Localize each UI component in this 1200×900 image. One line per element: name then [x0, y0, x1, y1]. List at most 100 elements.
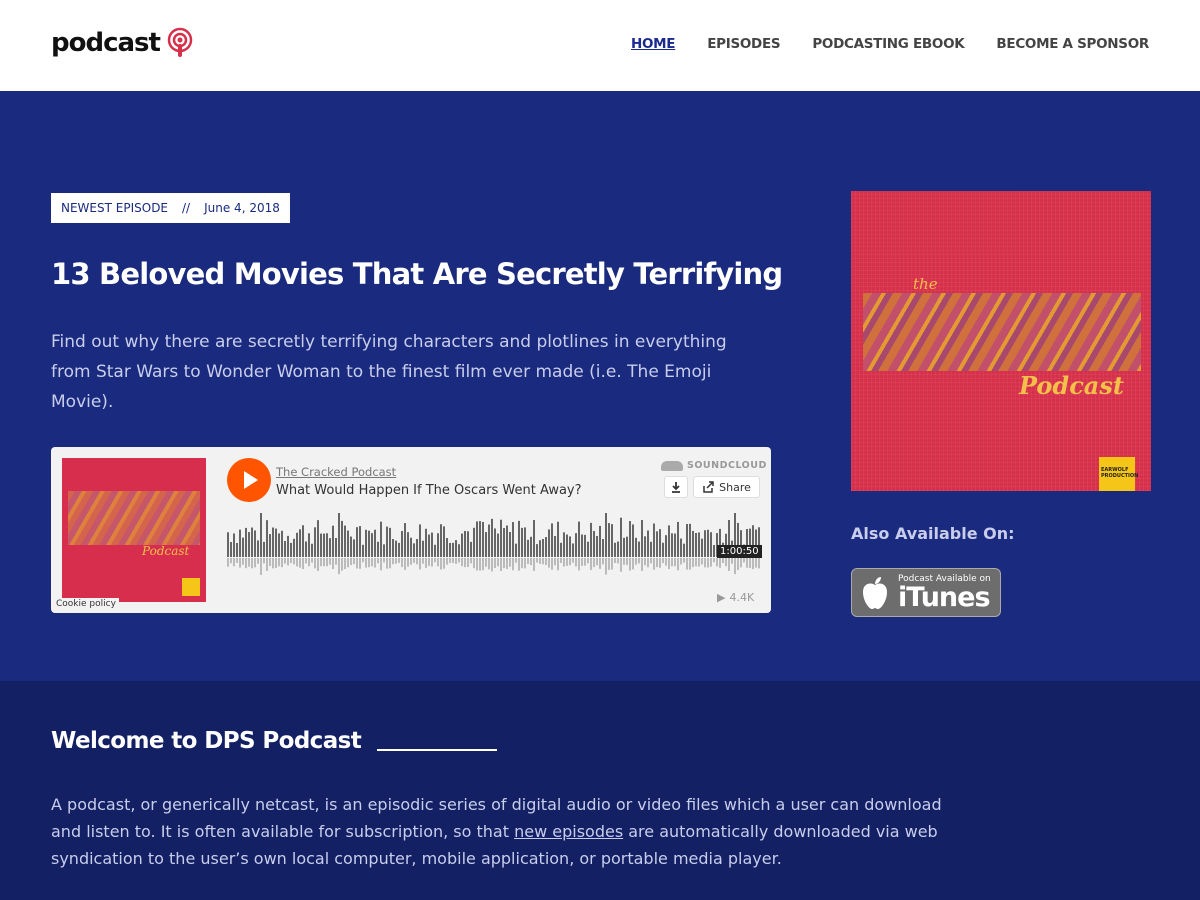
waveform-bar: [698, 532, 700, 557]
waveform-bar: [581, 534, 583, 557]
soundcloud-icon: [661, 460, 683, 471]
new-episodes-link[interactable]: new episodes: [514, 822, 623, 841]
waveform-bar: [584, 534, 586, 557]
waveform-reflection-bar: [506, 558, 508, 570]
soundcloud-logo[interactable]: SOUNDCLOUD: [661, 460, 767, 471]
waveform-bar: [671, 533, 673, 557]
nav-podcasting-ebook[interactable]: PODCASTING EBOOK: [812, 36, 964, 52]
waveform-reflection-bar: [641, 558, 643, 571]
waveform-bar: [677, 521, 679, 557]
waveform-bar: [392, 539, 394, 557]
waveform-bar: [299, 529, 301, 557]
cover-stripe: [863, 293, 1141, 371]
waveform-bar: [263, 541, 265, 557]
waveform-reflection-bar: [509, 558, 511, 567]
waveform-reflection-bar: [497, 558, 499, 567]
waveform-reflection-bar: [308, 558, 310, 567]
waveform-reflection-bar: [248, 558, 250, 567]
waveform-reflection-bar: [359, 558, 361, 569]
waveform-reflection-bar: [710, 558, 712, 567]
waveform-reflection-bar: [284, 558, 286, 564]
waveform-bar: [602, 539, 604, 557]
waveform-bar: [596, 536, 598, 557]
waveform-bar: [638, 541, 640, 557]
waveform-reflection-bar: [755, 558, 757, 568]
waveform-bar: [296, 532, 298, 557]
waveform[interactable]: [227, 513, 760, 575]
waveform-reflection-bar: [698, 558, 700, 567]
track-duration: 1:00:50: [717, 545, 762, 558]
nav-become-a-sponsor[interactable]: BECOME A SPONSOR: [996, 36, 1149, 52]
waveform-reflection-bar: [281, 558, 283, 568]
player-author-link[interactable]: The Cracked Podcast: [276, 465, 396, 479]
waveform-bar: [314, 527, 316, 557]
waveform-bar: [695, 532, 697, 557]
waveform-bar: [374, 529, 376, 557]
waveform-bar: [476, 521, 478, 557]
waveform-bar: [665, 535, 667, 557]
waveform-reflection-bar: [572, 558, 574, 563]
play-count-value: 4.4K: [729, 591, 755, 604]
waveform-bar: [362, 544, 364, 557]
waveform-bar: [236, 542, 238, 557]
download-button[interactable]: [664, 476, 688, 498]
waveform-bar: [338, 513, 340, 557]
waveform-reflection-bar: [638, 558, 640, 564]
waveform-reflection-bar: [317, 558, 319, 571]
waveform-reflection-bar: [392, 558, 394, 565]
waveform-reflection-bar: [587, 558, 589, 564]
site-logo[interactable]: podcast: [51, 27, 194, 59]
waveform-reflection-bar: [434, 558, 436, 563]
waveform-reflection-bar: [386, 558, 388, 569]
nav-episodes[interactable]: EPISODES: [707, 36, 780, 52]
waveform-reflection-bar: [335, 558, 337, 565]
waveform-reflection-bar: [293, 558, 295, 565]
badge-separator: //: [182, 201, 191, 215]
itunes-big-text: iTunes: [898, 581, 991, 613]
waveform-bar: [341, 520, 343, 557]
waveform-reflection-bar: [713, 558, 715, 563]
waveform-bar: [593, 531, 595, 557]
waveform-bar: [287, 535, 289, 557]
main-nav: HOME EPISODES PODCASTING EBOOK BECOME A …: [631, 36, 1149, 52]
waveform-reflection-bar: [548, 558, 550, 568]
waveform-bar: [335, 537, 337, 557]
waveform-reflection-bar: [539, 558, 541, 564]
podcast-icon: [167, 27, 193, 57]
waveform-reflection-bar: [419, 558, 421, 570]
waveform-reflection-bar: [341, 558, 343, 571]
itunes-badge[interactable]: Podcast Available on iTunes: [851, 568, 1001, 617]
waveform-bar: [290, 542, 292, 557]
player-track-title[interactable]: What Would Happen If The Oscars Went Awa…: [276, 483, 582, 498]
nav-home[interactable]: HOME: [631, 36, 676, 52]
hero-section: NEWEST EPISODE // June 4, 2018 13 Belove…: [0, 91, 1200, 681]
waveform-reflection-bar: [350, 558, 352, 566]
episode-title[interactable]: 13 Beloved Movies That Are Secretly Terr…: [51, 254, 791, 294]
waveform-reflection-bar: [530, 558, 532, 566]
waveform-reflection-bar: [665, 558, 667, 566]
player-artwork[interactable]: Podcast: [62, 458, 206, 602]
waveform-bar: [464, 530, 466, 557]
waveform-reflection-bar: [614, 558, 616, 563]
podcast-cover-art[interactable]: the Podcast EARWOLF PRODUCTION: [851, 191, 1151, 491]
waveform-bar: [332, 525, 334, 557]
waveform-reflection-bar: [290, 558, 292, 563]
waveform-reflection-bar: [512, 558, 514, 571]
waveform-reflection-bar: [404, 558, 406, 570]
waveform-reflection-bar: [398, 558, 400, 563]
waveform-bar: [536, 544, 538, 557]
waveform-reflection-bar: [686, 558, 688, 570]
waveform-bar: [554, 536, 556, 557]
waveform-bar: [248, 532, 250, 557]
play-button[interactable]: [227, 458, 271, 502]
waveform-reflection-bar: [380, 558, 382, 571]
waveform-bar: [425, 528, 427, 557]
waveform-reflection-bar: [230, 558, 232, 564]
share-button[interactable]: Share: [693, 476, 760, 498]
waveform-reflection-bar: [653, 558, 655, 570]
waveform-bar: [404, 523, 406, 557]
waveform-reflection-bar: [524, 558, 526, 569]
cookie-policy-link[interactable]: Cookie policy: [53, 598, 119, 610]
waveform-bar: [704, 530, 706, 557]
waveform-reflection-bar: [635, 558, 637, 565]
